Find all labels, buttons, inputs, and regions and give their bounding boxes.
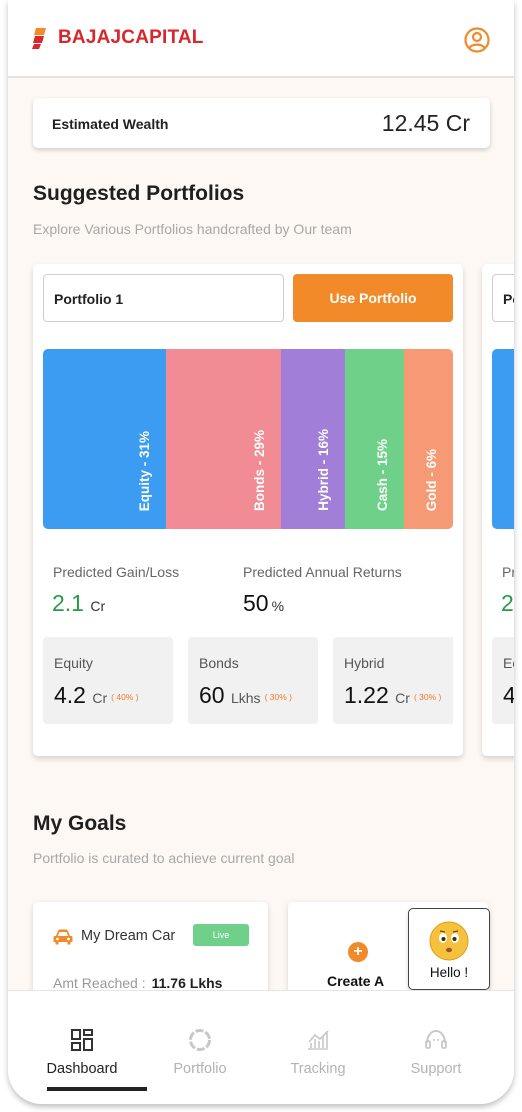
- asset-number: 1.22: [344, 682, 389, 708]
- allocation-segment: Cash - 15%: [344, 349, 405, 529]
- asset-box-equity: Equity 4.2 Cr( 40% ): [43, 637, 173, 724]
- returns-number: 50: [243, 590, 269, 616]
- assistant-label: Hello !: [429, 965, 469, 980]
- asset-value: 4: [503, 682, 514, 708]
- support-icon: [425, 1029, 447, 1049]
- bottom-nav: Dashboard Portfolio Tracking Support: [8, 990, 514, 1104]
- gain-value: 2: [501, 590, 514, 616]
- asset-percent: ( 30% ): [413, 692, 442, 702]
- allocation-bar: Equity - 31% Bonds - 29% Hybrid - 16% Cash …: [43, 349, 453, 529]
- assistant-widget[interactable]: Hello !: [408, 908, 490, 990]
- allocation-label: Cash - 15%: [375, 438, 391, 511]
- amount-label: Amt Reached :: [53, 975, 146, 991]
- allocation-label: Equity - 31%: [137, 430, 153, 511]
- allocation-segment: Gold - 6%: [404, 349, 453, 529]
- gain-label: Pr: [502, 564, 514, 580]
- allocation-label: Bonds - 29%: [252, 429, 268, 511]
- asset-box-bonds: Bonds 60 Lkhs( 30% ): [188, 637, 318, 724]
- amount-reached: Amt Reached : 11.76 Lkhs: [53, 975, 222, 991]
- portfolio-name-field[interactable]: Portfolio 1: [43, 274, 284, 322]
- gain-value: 2.1 Cr: [52, 590, 105, 617]
- suggested-portfolios-title: Suggested Portfolios: [33, 182, 245, 205]
- portfolio-card: Portfolio 1 Use Portfolio Equity - 31% Bo…: [33, 264, 463, 756]
- app-header: BAJAJCAPITAL: [8, 0, 514, 78]
- nav-label: Dashboard: [46, 1061, 118, 1077]
- portfolio-name: Po: [503, 291, 514, 307]
- gain-number: 2.1: [52, 590, 84, 616]
- allocation-segment: Hybrid - 16%: [281, 349, 345, 529]
- brand-logo[interactable]: BAJAJCAPITAL: [32, 26, 204, 50]
- nav-dashboard[interactable]: Dashboard: [23, 991, 147, 1091]
- asset-number: 60: [199, 682, 225, 708]
- asset-value: 60 Lkhs( 30% ): [199, 682, 292, 709]
- gain-label: Predicted Gain/Loss: [53, 564, 180, 580]
- wealth-value: 12.45 Cr: [381, 110, 470, 136]
- annual-returns-label: Predicted Annual Returns: [243, 564, 402, 580]
- asset-name: Equity: [54, 655, 93, 671]
- asset-name: Hybrid: [344, 655, 385, 671]
- asset-name: Bonds: [199, 655, 239, 671]
- allocation-segment: Equity - 31%: [43, 349, 167, 529]
- my-goals-title: My Goals: [33, 812, 127, 835]
- nav-tracking[interactable]: Tracking: [259, 991, 377, 1091]
- portfolio-card-next[interactable]: Po Pr 2 Ec 4: [482, 264, 514, 756]
- asset-unit: Cr: [395, 690, 410, 706]
- brand-name: BAJAJCAPITAL: [58, 27, 204, 48]
- asset-unit: Lkhs: [230, 690, 261, 706]
- allocation-label: Hybrid - 16%: [315, 429, 331, 511]
- app-screen: BAJAJCAPITAL Estimated Wealth 12.45 Cr S…: [8, 0, 514, 1104]
- amount-value: 11.76 Lkhs: [151, 975, 223, 991]
- estimated-wealth-card: Estimated Wealth 12.45 Cr: [33, 98, 490, 148]
- grid-icon: [71, 1029, 93, 1051]
- allocation-label: Gold - 6%: [423, 448, 439, 511]
- asset-number: 4.2: [54, 682, 86, 708]
- nav-portfolio[interactable]: Portfolio: [141, 991, 259, 1091]
- wealth-label: Estimated Wealth: [52, 116, 169, 132]
- nav-label: Tracking: [290, 1061, 346, 1077]
- portfolio-name-field[interactable]: Po: [492, 274, 514, 322]
- status-badge: Live: [193, 924, 249, 946]
- gain-unit: Cr: [90, 598, 106, 614]
- chart-icon: [308, 1030, 329, 1050]
- my-goals-subtitle: Portfolio is curated to achieve current …: [33, 850, 295, 866]
- user-circle-icon[interactable]: [464, 27, 490, 53]
- asset-box-hybrid: Hybrid 1.22 Cr( 30% ): [333, 637, 453, 724]
- goal-name: My Dream Car: [81, 928, 176, 944]
- portfolio-name: Portfolio 1: [54, 291, 124, 307]
- annual-returns-value: 50%: [243, 590, 284, 617]
- suggested-portfolios-subtitle: Explore Various Portfolios handcrafted b…: [33, 221, 352, 237]
- allocation-bar: [492, 349, 514, 529]
- plus-icon: +: [348, 942, 368, 962]
- car-icon: [53, 929, 73, 945]
- asset-unit: Cr: [92, 690, 108, 706]
- create-goal-label: Create A: [327, 973, 385, 989]
- active-indicator: [47, 1087, 147, 1091]
- brand-logo-icon: [32, 28, 46, 49]
- asset-value: 4.2 Cr( 40% ): [54, 682, 139, 709]
- emoji-face-icon: [429, 921, 469, 961]
- asset-name: Ec: [503, 655, 514, 671]
- asset-box: Ec 4: [492, 637, 514, 724]
- nav-support[interactable]: Support: [377, 991, 495, 1091]
- nav-label: Portfolio: [173, 1061, 227, 1077]
- returns-unit: %: [271, 598, 285, 614]
- asset-value: 1.22 Cr( 30% ): [344, 682, 441, 709]
- nav-label: Support: [410, 1061, 462, 1077]
- asset-percent: ( 30% ): [264, 692, 292, 702]
- asset-percent: ( 40% ): [111, 692, 139, 702]
- use-portfolio-button[interactable]: Use Portfolio: [293, 274, 453, 322]
- allocation-segment: Bonds - 29%: [166, 349, 282, 529]
- donut-icon: [189, 1029, 211, 1051]
